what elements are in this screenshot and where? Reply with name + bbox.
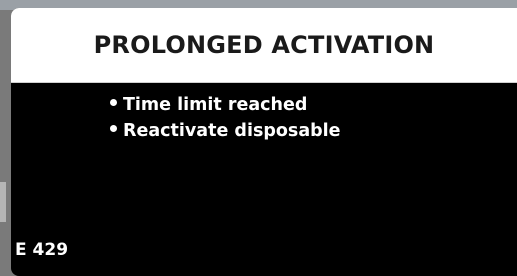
message-text: Reactivate disposable (123, 121, 341, 141)
dialog-body: Time limit reached Reactivate disposable… (11, 83, 517, 276)
error-code: E 429 (15, 240, 69, 260)
message-item: Reactivate disposable (110, 118, 341, 144)
bullet-icon (110, 124, 117, 132)
bullet-icon (110, 98, 117, 106)
alert-dialog: PROLONGED ACTIVATION Time limit reached … (11, 8, 517, 276)
message-list: Time limit reached Reactivate disposable (110, 92, 341, 144)
message-text: Time limit reached (123, 95, 308, 115)
background-edge-element (0, 182, 6, 222)
dialog-title: PROLONGED ACTIVATION (93, 31, 435, 59)
message-item: Time limit reached (110, 92, 341, 118)
dialog-header: PROLONGED ACTIVATION (11, 8, 517, 83)
